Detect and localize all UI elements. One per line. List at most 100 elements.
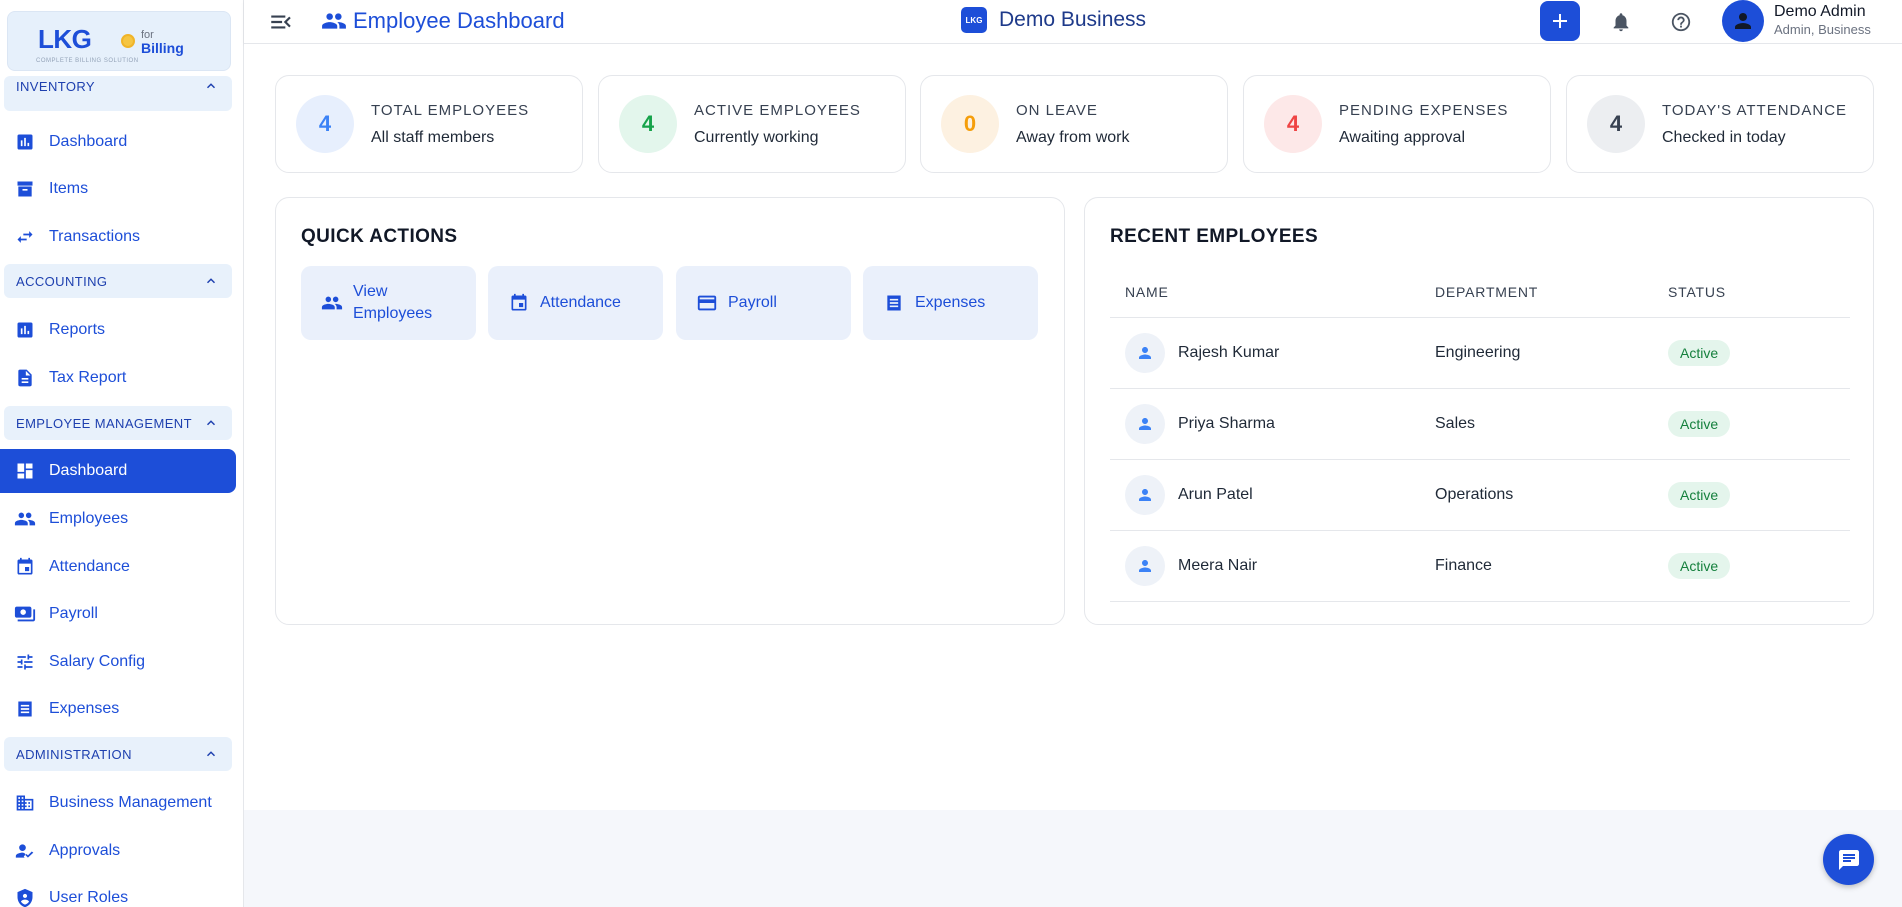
person-icon (1125, 333, 1165, 373)
status-cell: Active (1668, 411, 1850, 437)
table-row[interactable]: Priya Sharma Sales Active (1110, 389, 1850, 460)
logo-tagline: COMPLETE BILLING SOLUTION (36, 58, 139, 64)
bar-chart-icon (14, 131, 36, 153)
archive-box-icon (14, 178, 36, 200)
chat-icon (1838, 849, 1859, 870)
chevron-up-icon (206, 83, 216, 89)
menu-collapse-icon[interactable] (268, 9, 294, 35)
top-bar: Employee Dashboard LKG Demo Business Dem… (244, 0, 1902, 44)
sidebar-item-user-roles[interactable]: User Roles (0, 876, 236, 907)
table-row[interactable]: Arun Patel Operations Active (1110, 460, 1850, 531)
sidebar-item-label: Transactions (49, 228, 140, 245)
bell-icon (1613, 13, 1629, 32)
table-header: NAME DEPARTMENT STATUS (1110, 266, 1850, 318)
chat-button[interactable] (1823, 834, 1874, 885)
sidebar-item-inventory-dashboard[interactable]: Dashboard (0, 120, 236, 164)
section-header-accounting[interactable]: ACCOUNTING (4, 264, 232, 298)
logo-billing-text: Billing (141, 40, 184, 56)
button-label: Expenses (915, 294, 986, 311)
button-label: Payroll (728, 294, 777, 311)
view-employees-button[interactable]: View Employees (301, 266, 476, 340)
column-header-department[interactable]: DEPARTMENT (1435, 284, 1668, 300)
table-row[interactable]: Rajesh Kumar Engineering Active (1110, 318, 1850, 389)
column-header-status[interactable]: STATUS (1668, 284, 1850, 300)
credit-card-icon (696, 292, 718, 314)
expenses-button[interactable]: Expenses (863, 266, 1038, 340)
notifications-button[interactable] (1606, 7, 1636, 37)
business-selector[interactable]: LKG Demo Business (961, 7, 1146, 33)
sidebar-item-label: Reports (49, 321, 106, 338)
stat-title: TODAY'S ATTENDANCE (1662, 102, 1848, 119)
section-header-employee-management[interactable]: EMPLOYEE MANAGEMENT (4, 406, 232, 440)
stat-subtitle: Away from work (1016, 129, 1130, 146)
stat-card-todays-attendance[interactable]: 4 TODAY'S ATTENDANCE Checked in today (1566, 75, 1874, 173)
name-cell: Arun Patel (1110, 475, 1435, 515)
recent-employees-panel: RECENT EMPLOYEES NAME DEPARTMENT STATUS … (1084, 197, 1874, 625)
section-label: ACCOUNTING (16, 273, 108, 289)
user-role: Admin, Business (1774, 22, 1871, 37)
sidebar-item-attendance[interactable]: Attendance (0, 545, 236, 589)
stat-subtitle: Awaiting approval (1339, 129, 1466, 146)
user-name[interactable]: Demo Admin (1774, 3, 1866, 21)
sidebar-item-label: Business Management (49, 794, 212, 811)
column-header-name[interactable]: NAME (1110, 284, 1435, 300)
business-name: Demo Business (999, 8, 1147, 31)
avatar[interactable] (1722, 0, 1764, 42)
person-check-icon (14, 840, 36, 862)
sidebar-item-approvals[interactable]: Approvals (0, 829, 236, 873)
add-button[interactable] (1540, 1, 1580, 41)
section-header-inventory[interactable]: INVENTORY (4, 76, 232, 111)
swap-arrows-icon (14, 226, 36, 248)
employee-name: Rajesh Kumar (1178, 344, 1280, 361)
stat-card-on-leave[interactable]: 0 ON LEAVE Away from work (920, 75, 1228, 173)
button-label: Attendance (540, 294, 621, 311)
panel-title: QUICK ACTIONS (301, 226, 458, 247)
stat-title: TOTAL EMPLOYEES (371, 102, 530, 119)
employee-department: Operations (1435, 486, 1514, 503)
sidebar-item-business-management[interactable]: Business Management (0, 781, 236, 825)
stat-subtitle: Checked in today (1662, 129, 1786, 146)
sidebar-item-tax-report[interactable]: Tax Report (0, 356, 236, 400)
document-icon (14, 367, 36, 389)
help-button[interactable] (1666, 7, 1696, 37)
business-logo: LKG (961, 7, 987, 33)
sliders-icon (14, 651, 36, 673)
section-label: ADMINISTRATION (16, 746, 132, 762)
stat-card-pending-expenses[interactable]: 4 PENDING EXPENSES Awaiting approval (1243, 75, 1551, 173)
footer-area (244, 810, 1902, 907)
payroll-button[interactable]: Payroll (676, 266, 851, 340)
building-icon (14, 792, 36, 814)
sidebar-item-label: Tax Report (49, 369, 127, 386)
sidebar-item-transactions[interactable]: Transactions (0, 215, 236, 259)
page-title: Employee Dashboard (353, 8, 565, 33)
table-row[interactable]: Meera Nair Finance Active (1110, 531, 1850, 602)
name-cell: Rajesh Kumar (1110, 333, 1435, 373)
calendar-icon (14, 556, 36, 578)
name-cell: Meera Nair (1110, 546, 1435, 586)
stat-value: 4 (296, 95, 354, 153)
money-icon (14, 603, 36, 625)
sidebar-item-employee-dashboard[interactable]: Dashboard (0, 449, 236, 493)
sidebar-item-payroll[interactable]: Payroll (0, 592, 236, 636)
section-header-administration[interactable]: ADMINISTRATION (4, 737, 232, 771)
stat-card-total-employees[interactable]: 4 TOTAL EMPLOYEES All staff members (275, 75, 583, 173)
employee-name: Arun Patel (1178, 486, 1253, 503)
sidebar-item-label: Attendance (49, 558, 130, 575)
panel-title: RECENT EMPLOYEES (1110, 226, 1319, 247)
app-logo[interactable]: LKG for Billing COMPLETE BILLING SOLUTIO… (7, 11, 231, 71)
receipt-list-icon (883, 292, 905, 314)
sidebar-item-salary-config[interactable]: Salary Config (0, 640, 236, 684)
sidebar-item-employees[interactable]: Employees (0, 497, 236, 541)
sidebar-item-expenses[interactable]: Expenses (0, 687, 236, 731)
stat-title: PENDING EXPENSES (1339, 102, 1509, 119)
chevron-up-icon (206, 751, 216, 757)
sidebar-item-items[interactable]: Items (0, 167, 236, 211)
logo-text: LKG (38, 24, 92, 54)
plus-icon (1553, 14, 1567, 28)
sidebar-item-label: Employees (49, 510, 129, 527)
sidebar: LKG for Billing COMPLETE BILLING SOLUTIO… (0, 0, 244, 907)
sidebar-item-reports[interactable]: Reports (0, 308, 236, 352)
stat-card-active-employees[interactable]: 4 ACTIVE EMPLOYEES Currently working (598, 75, 906, 173)
attendance-button[interactable]: Attendance (488, 266, 663, 340)
stat-value: 0 (941, 95, 999, 153)
